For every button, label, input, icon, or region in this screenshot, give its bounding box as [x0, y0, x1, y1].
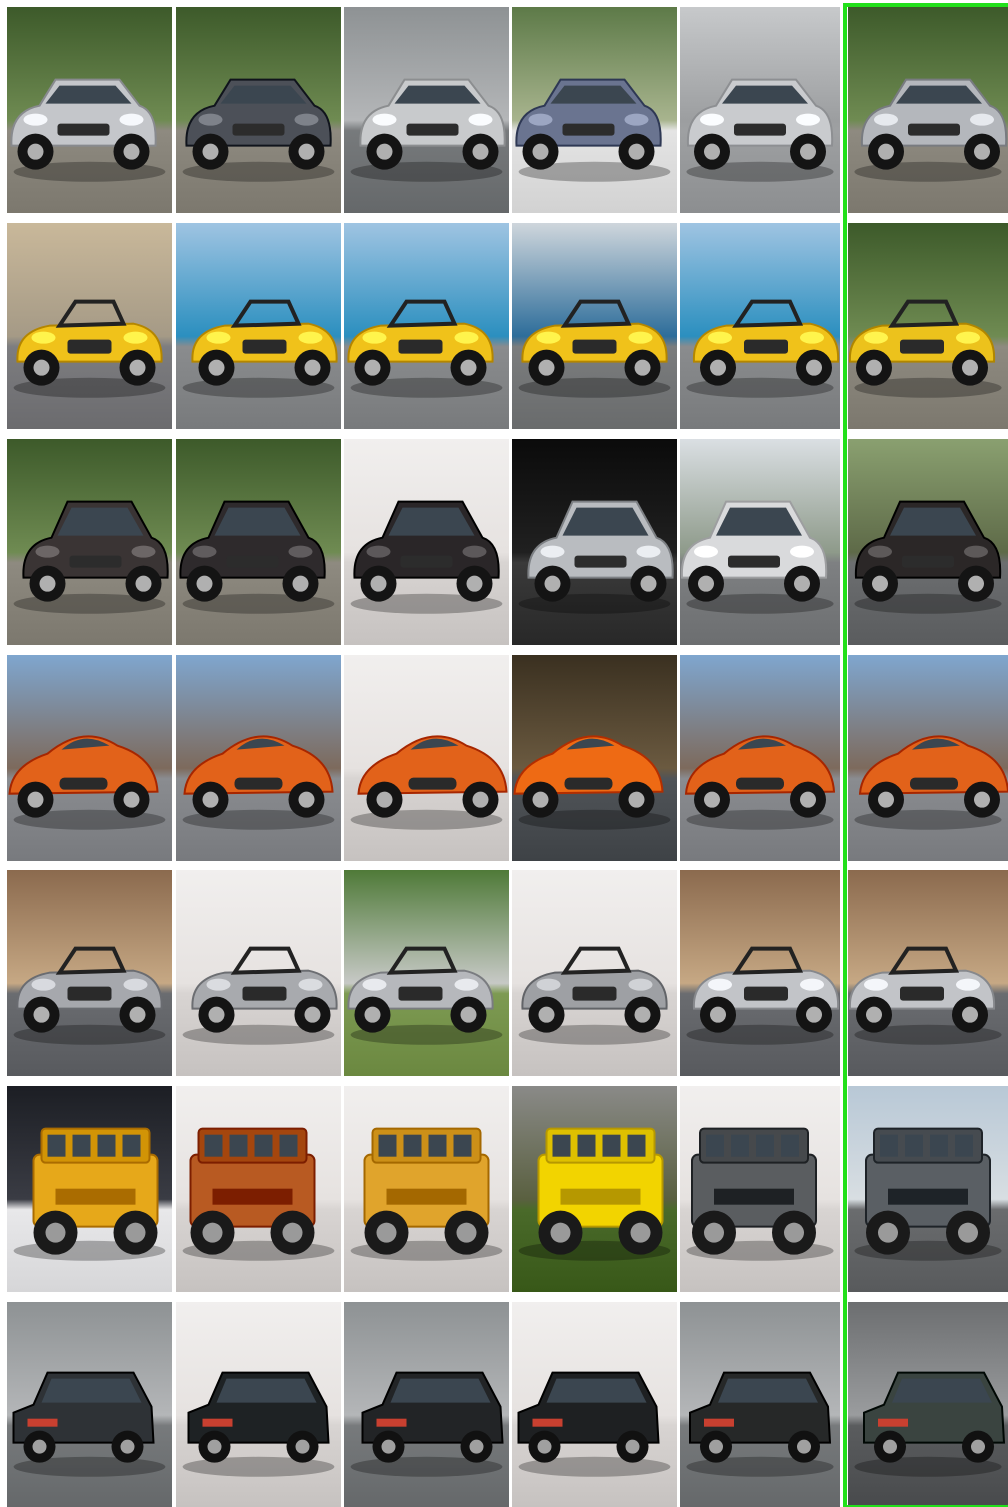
image-grid-page	[0, 0, 1008, 1507]
car-image-grid	[0, 0, 1008, 1507]
car-photo-coupe-1	[7, 655, 172, 861]
car-photo-wagon-5	[680, 1302, 840, 1507]
car-photo-coupe-3	[344, 655, 509, 861]
car-photo-wagon-2	[176, 1302, 341, 1507]
car-photo-coupe-5	[680, 655, 840, 861]
car-photo-roadster-2	[176, 870, 341, 1076]
car-photo-roadster-1	[7, 870, 172, 1076]
car-photo-wagon-4	[512, 1302, 677, 1507]
car-photo-crossover-4	[512, 439, 677, 645]
car-photo-roadster-4	[512, 870, 677, 1076]
car-photo-crossover-1	[7, 439, 172, 645]
car-photo-suv-5	[680, 1086, 840, 1292]
car-photo-wagon-6	[848, 1302, 1008, 1507]
car-photo-crossover-2	[176, 439, 341, 645]
car-photo-sedan-6	[848, 7, 1008, 213]
car-photo-sedan-3	[344, 7, 509, 213]
car-photo-convertible-4	[512, 223, 677, 429]
car-photo-wagon-1	[7, 1302, 172, 1507]
car-photo-convertible-3	[344, 223, 509, 429]
car-photo-roadster-3	[344, 870, 509, 1076]
car-photo-crossover-5	[680, 439, 840, 645]
car-photo-sedan-5	[680, 7, 840, 213]
car-photo-coupe-4	[512, 655, 677, 861]
car-photo-convertible-2	[176, 223, 341, 429]
car-photo-crossover-3	[344, 439, 509, 645]
car-photo-sedan-2	[176, 7, 341, 213]
car-photo-crossover-6	[848, 439, 1008, 645]
car-photo-suv-3	[344, 1086, 509, 1292]
car-photo-suv-2	[176, 1086, 341, 1292]
car-photo-suv-6	[848, 1086, 1008, 1292]
car-photo-convertible-1	[7, 223, 172, 429]
car-photo-suv-1	[7, 1086, 172, 1292]
car-photo-convertible-6	[848, 223, 1008, 429]
car-photo-sedan-4	[512, 7, 677, 213]
car-photo-roadster-6	[848, 870, 1008, 1076]
car-photo-sedan-1	[7, 7, 172, 213]
car-photo-wagon-3	[344, 1302, 509, 1507]
car-photo-suv-4	[512, 1086, 677, 1292]
car-photo-coupe-6	[848, 655, 1008, 861]
car-photo-coupe-2	[176, 655, 341, 861]
car-photo-convertible-5	[680, 223, 840, 429]
car-photo-roadster-5	[680, 870, 840, 1076]
